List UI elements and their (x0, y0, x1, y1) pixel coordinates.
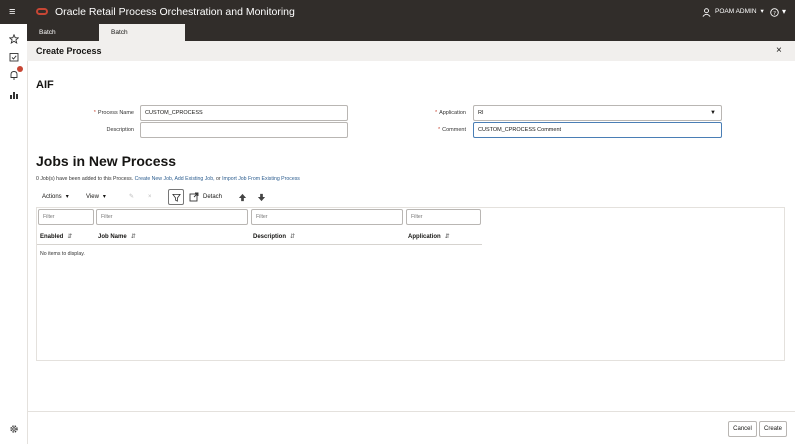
app-header: ≡ Oracle Retail Process Orchestration an… (0, 0, 795, 24)
close-icon[interactable]: × (776, 44, 782, 58)
info-prefix: 0 Job(s) have been added to this Process… (36, 176, 134, 182)
tasks-checklist-icon[interactable] (6, 49, 22, 65)
help-icon: ? (770, 7, 779, 16)
notification-badge (17, 66, 23, 72)
user-name: POAM ADMIN (715, 8, 757, 15)
move-down-arrow-icon[interactable] (257, 190, 266, 204)
description-field[interactable] (140, 122, 348, 138)
process-name-label: * Process Name (93, 110, 134, 116)
user-icon (702, 7, 711, 17)
settings-gear-icon[interactable] (6, 421, 22, 437)
application-value: RI (478, 110, 484, 116)
application-select[interactable]: RI ▼ (473, 105, 722, 121)
hamburger-menu-icon[interactable]: ≡ (9, 5, 15, 19)
detach-button[interactable]: Detach (189, 190, 222, 204)
process-name-field[interactable]: CUSTOM_CPROCESS (140, 105, 348, 121)
chevron-down-icon: ▾ (102, 194, 106, 200)
edit-pencil-icon[interactable]: ✎ (129, 190, 134, 204)
detach-label: Detach (203, 194, 223, 200)
description-label: Description (106, 127, 134, 133)
app-title: Oracle Retail Process Orchestration and … (55, 6, 295, 18)
jobs-section-title: Jobs in New Process (36, 153, 177, 169)
detach-icon (189, 192, 199, 202)
tab-batch-monitoring[interactable]: Batch Monitoring (27, 24, 99, 53)
chevron-down-icon: ▾ (782, 7, 787, 16)
actions-label: Actions (42, 194, 62, 200)
column-header-enabled[interactable]: Enabled ⇵ (37, 229, 95, 245)
view-label: View (86, 194, 99, 200)
tab-batch-administration[interactable]: Batch Administration× (99, 24, 185, 53)
jobs-table: Filter Filter Filter Filter Enabled ⇵ Job… (36, 207, 785, 361)
import-job-link[interactable]: Import Job From Existing Process (222, 176, 300, 182)
footer-divider (27, 411, 795, 412)
create-new-job-link[interactable]: Create New Job, (135, 176, 174, 182)
sort-icon: ⇵ (290, 234, 296, 240)
page-title: Create Process (36, 46, 102, 56)
comment-label: * Comment (438, 127, 466, 133)
user-menu[interactable]: POAM ADMIN ▾ (702, 6, 764, 18)
filter-enabled-input[interactable]: Filter (38, 209, 94, 225)
oracle-logo (36, 8, 48, 15)
jobs-info-text: 0 Job(s) have been added to this Process… (36, 175, 300, 183)
section-title: AIF (36, 79, 54, 91)
filter-application-input[interactable]: Filter (406, 209, 481, 225)
help-menu[interactable]: ? ▾ (770, 6, 786, 18)
comment-field[interactable]: CUSTOM_CPROCESS Comment (473, 122, 722, 138)
actions-menu[interactable]: Actions ▾ (42, 190, 69, 204)
column-header-description[interactable]: Description ⇵ (250, 229, 405, 245)
empty-message: No items to display. (40, 251, 85, 257)
cancel-button[interactable]: Cancel (728, 421, 757, 437)
move-up-arrow-icon[interactable] (238, 190, 247, 204)
tab-bar: Batch Monitoring Batch Administration× (27, 24, 795, 53)
add-existing-job-link[interactable]: Add Existing Job, (174, 176, 214, 182)
filter-funnel-icon[interactable] (168, 189, 184, 205)
page-header: Create Process × (27, 41, 795, 61)
dashboard-chart-icon[interactable] (6, 87, 22, 103)
chevron-down-icon: ▾ (760, 8, 764, 15)
column-header-job-name[interactable]: Job Name ⇵ (95, 229, 250, 245)
notifications-bell-icon[interactable] (6, 66, 23, 83)
sidebar (0, 24, 28, 444)
favorites-star-icon[interactable] (6, 31, 22, 47)
column-header-application[interactable]: Application ⇵ (405, 229, 482, 245)
chevron-down-icon: ▼ (710, 110, 716, 116)
info-or: or (215, 176, 221, 182)
chevron-down-icon: ▾ (65, 194, 69, 200)
create-button[interactable]: Create (759, 421, 787, 437)
svg-text:?: ? (773, 10, 776, 16)
sort-icon: ⇵ (444, 234, 450, 240)
application-label: * Application (434, 110, 466, 116)
sort-icon: ⇵ (130, 234, 136, 240)
filter-description-input[interactable]: Filter (251, 209, 403, 225)
delete-x-icon[interactable]: × (148, 190, 152, 204)
view-menu[interactable]: View ▾ (86, 190, 106, 204)
filter-job-name-input[interactable]: Filter (96, 209, 248, 225)
sort-icon: ⇵ (67, 234, 73, 240)
